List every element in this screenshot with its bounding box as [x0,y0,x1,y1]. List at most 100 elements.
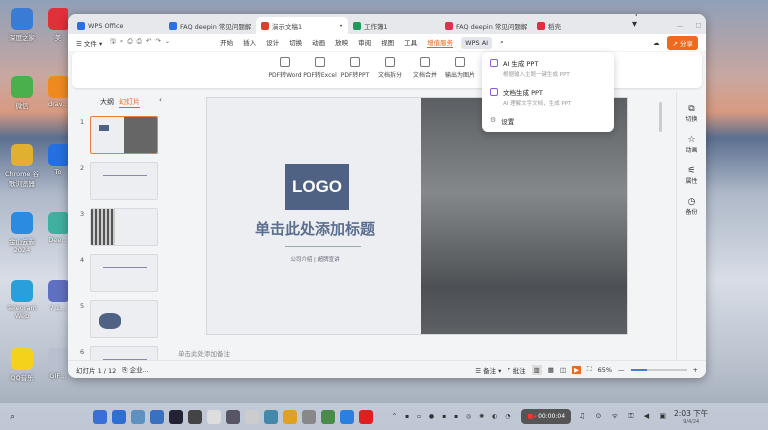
sidebar-1[interactable]: ☆ 动画 [677,135,706,154]
ribbon-button[interactable]: PDF转Excel [302,57,338,79]
slide-thumbnail[interactable] [90,208,158,246]
ribbon-button[interactable]: 文档拆分 [372,57,408,79]
desktop-icon[interactable]: 美 [48,8,68,42]
menu-item[interactable]: 插入 [243,37,256,48]
ribbon-button[interactable]: 输出为图片 [442,57,478,79]
fit-icon[interactable]: ⛶ [587,365,592,374]
present-button[interactable]: ▶ [572,365,582,374]
menu-item[interactable]: 动画 [312,37,325,48]
taskbar-app-icon[interactable] [340,409,355,424]
share-button[interactable]: ↗ 分享 [667,35,698,50]
desktop-icon[interactable]: GIF… [48,348,68,380]
sorter-view-button[interactable]: ▦ [548,366,554,374]
desktop-icon[interactable]: Telegram Web [2,280,42,320]
dropdown-item[interactable]: 文档生成 PPT AI 理解文字文档，生成 PPT [490,87,606,107]
taskbar-app-icon[interactable] [112,409,127,424]
tab-5[interactable]: 稻壳 [532,17,624,34]
desktop-icon[interactable]: QQ音乐 [2,348,42,382]
notes-placeholder[interactable]: 单击此处添加备注 [178,348,230,358]
zoom-slider[interactable] [630,368,687,371]
menu-item[interactable]: 开始 [220,37,233,48]
cloud-icon[interactable]: ☁ [653,39,660,47]
ribbon-button[interactable]: PDF转Word [267,57,303,79]
dropdown-settings[interactable]: ⚙ 设置 [490,116,606,126]
comments-button[interactable]: ⌜ 批注 [507,365,525,375]
menu-item[interactable]: 放映 [335,37,348,48]
slide-thumbnail[interactable] [90,162,158,200]
taskbar-app-icon[interactable] [226,409,241,424]
new-tab-button[interactable]: + ▾ [632,14,640,30]
search-icon[interactable]: ⌕ [10,412,15,422]
zoom-select[interactable]: 65% [598,366,612,374]
taskbar-app-icon[interactable] [207,409,222,424]
taskbar-app-icon[interactable] [359,409,374,424]
tab-2[interactable]: 演示文稿1 • [256,17,348,34]
sidebar-3[interactable]: ◷ 备份 [677,197,706,216]
slide-number: 1 [80,118,85,126]
menu-item[interactable]: 视图 [381,37,394,48]
taskbar-app-icon[interactable] [302,409,317,424]
desktop-icon[interactable]: 7.1… [48,280,68,312]
maximize-button[interactable]: ☐ [695,22,701,30]
desktop-icon[interactable]: drav… [48,76,68,108]
taskbar-app-icon[interactable] [321,409,336,424]
slide-subtitle[interactable]: 公司介绍 | 超牌宣讲 [207,255,423,263]
search-icon[interactable]: ⌕ [500,38,504,47]
desktop-icon[interactable]: Dee… [48,212,68,244]
tab-1[interactable]: FAQ deepin 常见问题解 [164,17,256,34]
menu-item[interactable]: 工具 [404,37,417,48]
taskbar-app-icon[interactable] [131,409,146,424]
taskbar-app-icon[interactable] [150,409,165,424]
slide-scrollbar[interactable] [659,102,662,132]
tab-slides[interactable]: 幻灯片 [119,97,140,108]
taskbar-app-icon[interactable] [93,409,108,424]
notes-button[interactable]: ☰ 备注 ▾ [475,365,501,375]
desktop-icon[interactable]: 深度之家 [2,8,42,42]
zoom-in-button[interactable]: + [693,366,698,374]
taskbar-app-icon[interactable] [283,409,298,424]
normal-view-button[interactable]: ▥ [531,364,542,375]
desktop-icon[interactable]: To [48,144,68,176]
tab-3[interactable]: 工作簿1 [348,17,440,34]
sidebar-2[interactable]: ⚟ 属性 [677,166,706,185]
tray-icons[interactable]: ^ ▪ ▫ ● ▪ ▪ ◎ ✺ ◐ ◔ [392,413,513,420]
desktop-icon[interactable]: Chrome 谷歌浏览器 [2,144,42,188]
slide-canvas[interactable]: LOGO 单击此处添加标题 公司介绍 | 超牌宣讲 [206,97,628,335]
slide-thumbnail[interactable] [90,254,158,292]
tab-4[interactable]: FAQ deepin 常见问题解 [440,17,532,34]
quick-access-icons[interactable]: 🖫⌕⎙⎙↶↷⌄ [110,37,174,48]
tab-0[interactable]: WPS Office [72,17,164,34]
slide-thumbnail[interactable] [90,300,158,338]
menu-item[interactable]: 增值服务 [427,37,454,48]
zoom-out-button[interactable]: — [618,366,625,374]
recording-indicator[interactable]: ■◂ 00:00:04 [521,409,572,424]
ribbon-button[interactable]: 文档合并 [407,57,443,79]
desktop-icon[interactable]: 微信 [2,76,42,110]
slide-title[interactable]: 单击此处添加标题 [207,218,423,239]
system-tray[interactable]: ♫ ⊙ ᯤ ⚿ ◀ ▣ [579,412,670,421]
taskbar-app-icon[interactable] [245,409,260,424]
minimize-button[interactable]: — [676,22,683,30]
taskbar-app-icon[interactable] [188,409,203,424]
collapse-panel-icon[interactable]: ‹ [159,96,162,104]
taskbar-app-icon[interactable] [169,409,184,424]
desktop-icon[interactable]: 金山云霸 2024 [2,212,42,254]
ribbon-button[interactable]: PDF转PPT [337,57,373,79]
app-icon [11,8,33,30]
logo-placeholder[interactable]: LOGO [285,164,349,210]
menu-item[interactable]: 切换 [289,37,302,48]
close-tab-icon[interactable]: • [339,22,343,30]
dropdown-item-title: AI 生成 PPT [503,60,539,68]
sidebar-0[interactable]: ⧉ 切换 [677,104,706,123]
dropdown-item[interactable]: AI 生成 PPT 根据输入主题一键生成 PPT [490,58,606,78]
taskbar-app-icon[interactable] [264,409,279,424]
reading-view-button[interactable]: ◫ [560,366,566,374]
slide-thumbnail[interactable] [90,116,158,154]
theme-button[interactable]: ⎘ 企业... [122,364,148,375]
tab-outline[interactable]: 大纲 [100,97,114,107]
menu-item[interactable]: 设计 [266,37,279,48]
wps-ai-button[interactable]: WPS AI [461,36,493,49]
file-menu[interactable]: ☰ 文件 ▾ [76,38,102,48]
menu-item[interactable]: 审阅 [358,37,371,48]
clock[interactable]: 2:03 下午 9/4/24 [674,408,708,425]
